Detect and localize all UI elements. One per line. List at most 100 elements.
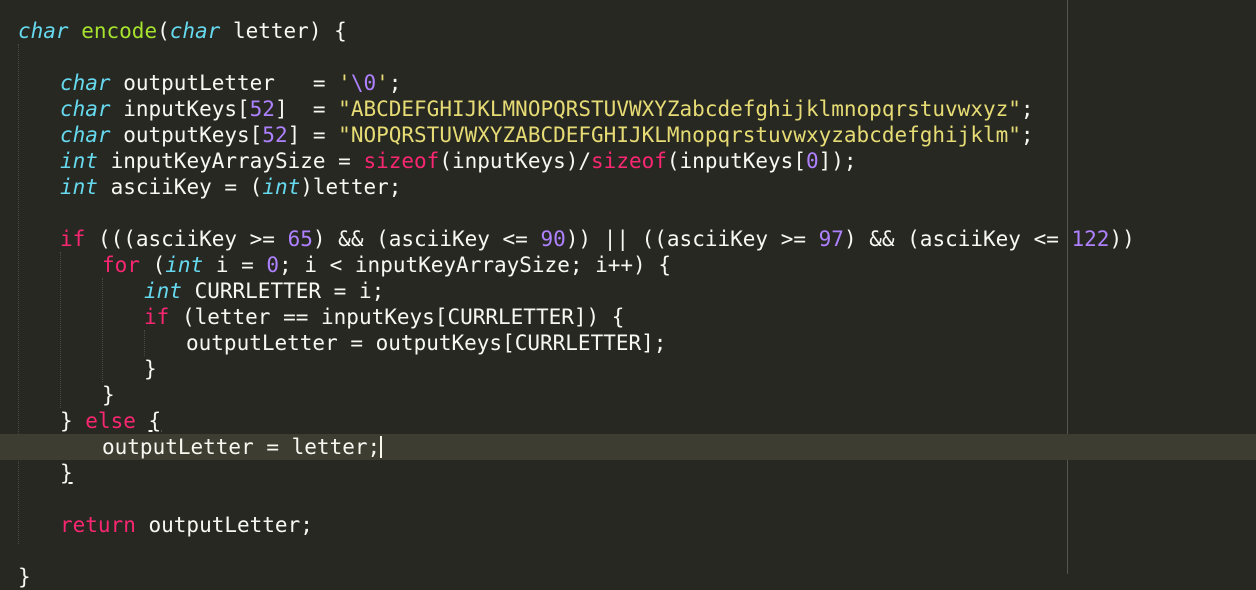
code-token: int (60, 149, 98, 173)
code-token: } (18, 565, 31, 589)
code-line[interactable]: int CURRLETTER = i; (0, 278, 1256, 304)
code-text: int inputKeyArraySize = sizeof(inputKeys… (60, 148, 857, 174)
code-line[interactable]: } (0, 460, 1256, 486)
code-token: (inputKeys)/ (439, 149, 592, 173)
code-token: 0 (805, 149, 819, 173)
code-line[interactable] (0, 200, 1256, 226)
code-text: if (((asciiKey >= 65) && (asciiKey <= 90… (60, 226, 1135, 252)
code-token: ) && (asciiKey <= (312, 227, 541, 251)
code-line[interactable]: outputLetter = letter; (0, 434, 1256, 460)
code-line[interactable]: for (int i = 0; i < inputKeyArraySize; i… (0, 252, 1256, 278)
code-token: } (60, 409, 86, 433)
code-line[interactable]: int asciiKey = (int)letter; (0, 174, 1256, 200)
code-token: outputLetter = (110, 71, 339, 95)
code-token: int (262, 175, 301, 199)
code-text: } (60, 460, 73, 486)
code-token: { (148, 409, 162, 433)
code-token: } (144, 357, 157, 381)
text-cursor (380, 436, 383, 458)
code-token: 122 (1071, 227, 1110, 251)
code-line[interactable]: if (letter == inputKeys[CURRLETTER]) { (0, 304, 1256, 330)
code-line[interactable]: } (0, 382, 1256, 408)
code-line[interactable]: if (((asciiKey >= 65) && (asciiKey <= 90… (0, 226, 1256, 252)
code-line[interactable]: char outputKeys[52] = "NOPQRSTUVWXYZABCD… (0, 122, 1256, 148)
code-token: } (60, 461, 73, 485)
code-line[interactable]: outputLetter = outputKeys[CURRLETTER]; (0, 330, 1256, 356)
code-token: ] = (287, 123, 339, 147)
code-token: asciiKey = ( (97, 175, 263, 199)
code-token: if (60, 227, 86, 251)
code-token: )) || ((asciiKey >= (565, 227, 819, 251)
code-line[interactable]: int inputKeyArraySize = sizeof(inputKeys… (0, 148, 1256, 174)
code-token: "ABCDEFGHIJKLMNOPQRSTUVWXYZabcdefghijklm… (338, 97, 1021, 121)
code-token: (letter == inputKeys[CURRLETTER]) { (169, 305, 625, 329)
code-token: inputKeys[ (110, 97, 250, 121)
code-text: outputLetter = outputKeys[CURRLETTER]; (186, 330, 666, 356)
code-text: int asciiKey = (int)letter; (60, 174, 401, 200)
code-token: ; (1020, 97, 1034, 121)
code-text: } (102, 382, 115, 408)
code-token: int (165, 253, 204, 277)
code-token: char (169, 19, 221, 43)
code-token: 97 (818, 227, 844, 251)
code-token: ( (157, 19, 170, 43)
code-line[interactable]: } (0, 564, 1256, 590)
code-text: char encode(char letter) { (18, 18, 347, 44)
code-token: (((asciiKey >= (85, 227, 288, 251)
code-token: ; i < inputKeyArraySize; i++) { (279, 253, 671, 277)
code-token: outputLetter = letter; (102, 435, 381, 459)
code-text: } (144, 356, 157, 382)
code-token: char (60, 97, 111, 121)
code-editor[interactable]: char encode(char letter) {char outputLet… (0, 0, 1256, 589)
code-token: encode (81, 19, 158, 43)
code-token: 90 (540, 227, 566, 251)
code-text: } else { (60, 408, 161, 434)
code-token: i = (203, 253, 267, 277)
code-token: CURRLETTER = i; (181, 279, 385, 303)
code-token: return (60, 513, 136, 537)
code-line[interactable]: } else { (0, 408, 1256, 434)
code-text: outputLetter = letter; (102, 434, 383, 460)
code-token: letter) { (220, 19, 347, 43)
code-line[interactable]: char inputKeys[52] = "ABCDEFGHIJKLMNOPQR… (0, 96, 1256, 122)
code-token: \0 (350, 71, 377, 95)
code-token: 65 (287, 227, 313, 251)
code-text: char outputLetter = '\0'; (60, 70, 401, 96)
code-token: ] = (274, 97, 339, 121)
code-token: (inputKeys[ (666, 149, 806, 173)
code-line[interactable]: } (0, 356, 1256, 382)
code-line[interactable] (0, 538, 1256, 564)
code-token: ' (338, 71, 351, 95)
code-token: if (144, 305, 170, 329)
code-text: } (18, 564, 31, 590)
code-token: char (18, 19, 69, 43)
code-token: inputKeyArraySize = (97, 149, 364, 173)
code-token: 52 (249, 97, 275, 121)
code-token: outputLetter = outputKeys[CURRLETTER]; (186, 331, 667, 355)
code-line[interactable] (0, 486, 1256, 512)
code-token: for (102, 253, 140, 277)
code-line[interactable]: char encode(char letter) { (0, 18, 1256, 44)
code-token: ( (139, 253, 166, 277)
code-token: ) && (asciiKey <= (843, 227, 1072, 251)
code-token: char (60, 71, 111, 95)
code-line[interactable] (0, 44, 1256, 70)
code-token: 52 (262, 123, 288, 147)
code-token: ]); (818, 149, 857, 173)
code-token: "NOPQRSTUVWXYZABCDEFGHIJKLMnopqrstuvwxyz… (338, 123, 1021, 147)
code-text: char inputKeys[52] = "ABCDEFGHIJKLMNOPQR… (60, 96, 1034, 122)
code-token: sizeof (363, 149, 440, 173)
code-token: ; (1020, 123, 1034, 147)
code-token: outputLetter; (135, 513, 313, 537)
code-token: 0 (266, 253, 280, 277)
code-text: char outputKeys[52] = "NOPQRSTUVWXYZABCD… (60, 122, 1034, 148)
code-line[interactable]: return outputLetter; (0, 512, 1256, 538)
code-text: int CURRLETTER = i; (144, 278, 384, 304)
code-text: for (int i = 0; i < inputKeyArraySize; i… (102, 252, 671, 278)
code-text: return outputLetter; (60, 512, 313, 538)
code-text: if (letter == inputKeys[CURRLETTER]) { (144, 304, 624, 330)
code-line[interactable]: char outputLetter = '\0'; (0, 70, 1256, 96)
code-token: sizeof (591, 149, 667, 173)
